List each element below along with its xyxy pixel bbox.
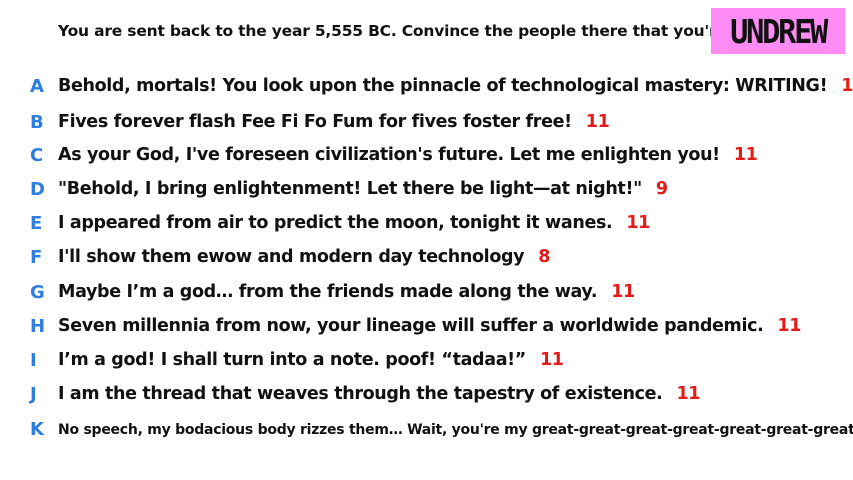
answer-text: I’m a god! I shall turn into a note. poo…	[58, 350, 526, 370]
answer-score: 11	[585, 112, 610, 132]
answer-letter: H	[30, 315, 46, 337]
answer-letter: B	[30, 111, 44, 133]
answer-letter: G	[30, 281, 45, 303]
answer-letter: I	[30, 349, 37, 371]
answer-text-wrap: I'll show them ewow and modern day techn…	[58, 247, 550, 267]
answer-text-wrap: Maybe I’m a god… from the friends made a…	[58, 282, 635, 302]
answer-score: 11	[626, 213, 650, 233]
answer-text: As your God, I've foreseen civilization'…	[58, 145, 720, 165]
answer-text-wrap: I’m a god! I shall turn into a note. poo…	[58, 350, 564, 370]
answer-text-wrap: Seven millennia from now, your lineage w…	[58, 316, 801, 336]
answer-text-wrap: I am the thread that weaves through the …	[58, 384, 700, 404]
player-name: UNDREW	[730, 11, 828, 51]
player-name-badge: UNDREW	[711, 8, 845, 54]
answer-text: I am the thread that weaves through the …	[58, 384, 663, 404]
answer-text-wrap: "Behold, I bring enlightenment! Let ther…	[58, 179, 668, 199]
prompt-text: You are sent back to the year 5,555 BC. …	[58, 22, 786, 40]
answer-text: Maybe I’m a god… from the friends made a…	[58, 282, 598, 302]
answer-score: 11	[777, 316, 802, 336]
answer-letter: C	[30, 144, 44, 166]
answer-letter: K	[30, 418, 44, 440]
answer-letter: E	[30, 212, 43, 234]
answer-letter: D	[30, 178, 45, 200]
answer-score: 11	[841, 76, 853, 96]
answer-text-wrap: Fives forever flash Fee Fi Fo Fum for fi…	[58, 112, 610, 132]
answer-text-wrap: No speech, my bodacious body rizzes them…	[58, 419, 853, 439]
answer-score: 8	[538, 247, 551, 267]
answer-text: I appeared from air to predict the moon,…	[58, 213, 613, 233]
answer-letter: F	[30, 246, 43, 268]
answer-text: "Behold, I bring enlightenment! Let ther…	[58, 179, 642, 199]
answer-letter: A	[30, 75, 44, 97]
answer-text-wrap: As your God, I've foreseen civilization'…	[58, 145, 758, 165]
answer-score: 11	[733, 145, 758, 165]
answer-text-wrap: Behold, mortals! You look upon the pinna…	[58, 76, 853, 96]
answer-text: I'll show them ewow and modern day techn…	[58, 247, 525, 267]
answer-text: No speech, my bodacious body rizzes them…	[58, 422, 853, 438]
answer-score: 11	[539, 350, 564, 370]
answer-text: Behold, mortals! You look upon the pinna…	[58, 76, 828, 96]
answer-text: Fives forever flash Fee Fi Fo Fum for fi…	[58, 112, 572, 132]
answer-score: 9	[655, 179, 668, 199]
answer-text-wrap: I appeared from air to predict the moon,…	[58, 213, 650, 233]
answer-letter: J	[30, 383, 37, 405]
answer-text: Seven millennia from now, your lineage w…	[58, 316, 764, 336]
answer-score: 11	[676, 384, 701, 404]
answer-score: 11	[611, 282, 635, 302]
